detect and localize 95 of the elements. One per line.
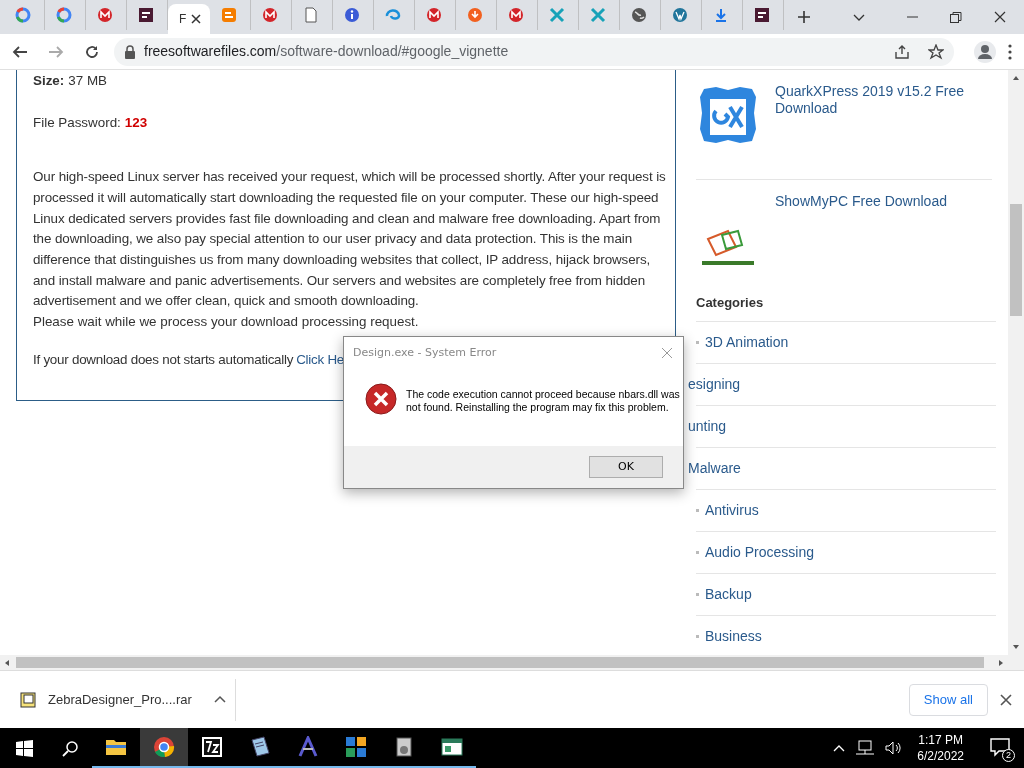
notification-icon: [990, 737, 1010, 757]
categories-heading: Categories: [696, 294, 764, 312]
window-icon: [441, 736, 463, 758]
category-link[interactable]: Antivirus: [705, 499, 759, 521]
vertical-scrollbar[interactable]: [1008, 70, 1024, 655]
clock[interactable]: 1:17 PM 6/2/2022: [917, 732, 964, 764]
description-paragraph: Our high-speed Linux server has received your request, which will be processed shortly. After your request is processed it will automatically start downloading the requested file on your computer. These our high-speed Linux dedicated servers provides fast file downloading and clean and malware free downloading. Apart from the downloading, we also pay special attention to our user privacy and data protection. This is the main difference that distinguishes us from many downloading websites that collect, IP address, hijack browsers, and install malware and panic advertisements. Our servers and websites are completely free from hidden advertisement and we offer clean, quick and smooth downloading.: [33, 168, 667, 311]
browser-tab[interactable]: F: [168, 4, 210, 34]
post-link[interactable]: ShowMyPC Free Download: [775, 193, 965, 210]
triangle-app-icon: [297, 736, 319, 758]
restore-icon[interactable]: [950, 11, 962, 23]
windows-start-icon[interactable]: [16, 739, 33, 757]
x-mark-icon: [590, 7, 606, 23]
download-link[interactable]: Click He: [296, 349, 345, 370]
chevron-up-icon[interactable]: [833, 743, 846, 753]
reload-icon[interactable]: [84, 43, 100, 60]
square-icon: [754, 7, 770, 23]
new-tab-icon[interactable]: [796, 9, 812, 25]
x-mark-icon: [549, 7, 565, 23]
ring-icon: [15, 7, 31, 23]
m-circle-icon: [508, 7, 524, 23]
bullet-icon: [696, 550, 699, 554]
scroll-thumb[interactable]: [16, 657, 984, 668]
notification-count: 2: [1002, 749, 1015, 762]
tab-title: F: [179, 11, 187, 28]
post-link[interactable]: QuarkXPress 2019 v15.2 Free Download: [775, 83, 965, 117]
m-circle-icon: [97, 7, 113, 23]
category-link[interactable]: unting: [688, 415, 727, 437]
wordpress-icon: [672, 7, 688, 23]
ok-button[interactable]: OK: [589, 456, 663, 478]
volume-icon[interactable]: [885, 740, 902, 756]
installer-icon: [393, 736, 415, 758]
category-link[interactable]: Malware: [688, 457, 741, 479]
lock-icon: [124, 44, 136, 59]
fallback-text: If your download does not starts automatically: [33, 350, 294, 369]
horizontal-scrollbar[interactable]: [0, 655, 1024, 670]
notepad-icon: [249, 736, 271, 758]
m-circle-icon: [426, 7, 442, 23]
chevron-down-icon[interactable]: [853, 12, 865, 22]
scroll-right-icon[interactable]: [998, 658, 1004, 667]
profile-icon[interactable]: [974, 40, 996, 63]
bullet-icon: [696, 592, 699, 596]
category-link[interactable]: Audio Processing: [705, 541, 814, 563]
menu-icon[interactable]: [1008, 43, 1012, 60]
error-icon: [365, 383, 397, 415]
chrome-icon: [153, 736, 175, 758]
share-icon[interactable]: [894, 43, 910, 60]
wait-message: Please wait while we process your download processing request.: [33, 313, 420, 332]
notification-button[interactable]: 2: [990, 737, 1012, 759]
clock-time: 1:17 PM: [918, 732, 963, 748]
taskbar-app[interactable]: [140, 728, 188, 768]
size-value: 37 MB: [68, 72, 107, 89]
error-message: The code execution cannot proceed because nbars.dll was not found. Reinstalling the program may fix this problem.: [406, 388, 681, 414]
m-circle-icon: [262, 7, 278, 23]
show-all-button[interactable]: Show all: [908, 683, 988, 716]
info-icon: [344, 7, 360, 23]
globe-icon: [631, 7, 647, 23]
archive-app-icon: [201, 736, 223, 758]
network-icon[interactable]: [855, 740, 876, 756]
password-value: 123: [124, 114, 148, 132]
category-link[interactable]: Backup: [705, 583, 752, 605]
scroll-left-icon[interactable]: [4, 658, 10, 667]
url-text: freesoftwarefiles.com/software-download/#google_vignette: [144, 42, 509, 61]
password-label: File Password:: [33, 114, 121, 132]
category-link[interactable]: Business: [705, 625, 762, 647]
swirl-icon: [385, 7, 401, 23]
download-item[interactable]: ZebraDesigner_Pro....rar: [0, 678, 236, 721]
close-icon[interactable]: [190, 13, 203, 25]
address-bar[interactable]: freesoftwarefiles.com/software-download/#google_vignette: [114, 37, 954, 66]
bullet-icon: [696, 340, 699, 344]
download-icon: [713, 7, 729, 23]
bullet-icon: [696, 508, 699, 512]
archive-icon: [20, 691, 36, 708]
category-link[interactable]: 3D Animation: [705, 331, 789, 353]
star-icon[interactable]: [928, 43, 944, 60]
scroll-thumb[interactable]: [1010, 204, 1022, 316]
scroll-up-icon[interactable]: [1012, 75, 1020, 81]
close-icon[interactable]: [1000, 693, 1012, 706]
size-label: Size:: [33, 72, 65, 89]
blog-icon: [221, 7, 237, 23]
download-filename: ZebraDesigner_Pro....rar: [48, 690, 192, 709]
close-icon[interactable]: [994, 11, 1006, 23]
back-icon[interactable]: [12, 43, 28, 60]
page-icon: [303, 7, 319, 23]
square-icon: [138, 7, 154, 23]
clock-date: 6/2/2022: [917, 748, 964, 764]
dialog-title: Design.exe - System Error: [353, 344, 497, 361]
category-link[interactable]: esigning: [688, 373, 741, 395]
download-icon: [467, 7, 483, 23]
caret-up-icon[interactable]: [213, 695, 226, 704]
scroll-down-icon[interactable]: [1012, 644, 1020, 650]
ring-icon: [56, 7, 72, 23]
tiles-icon: [345, 736, 367, 758]
bullet-icon: [696, 634, 699, 638]
search-icon[interactable]: [62, 739, 79, 757]
